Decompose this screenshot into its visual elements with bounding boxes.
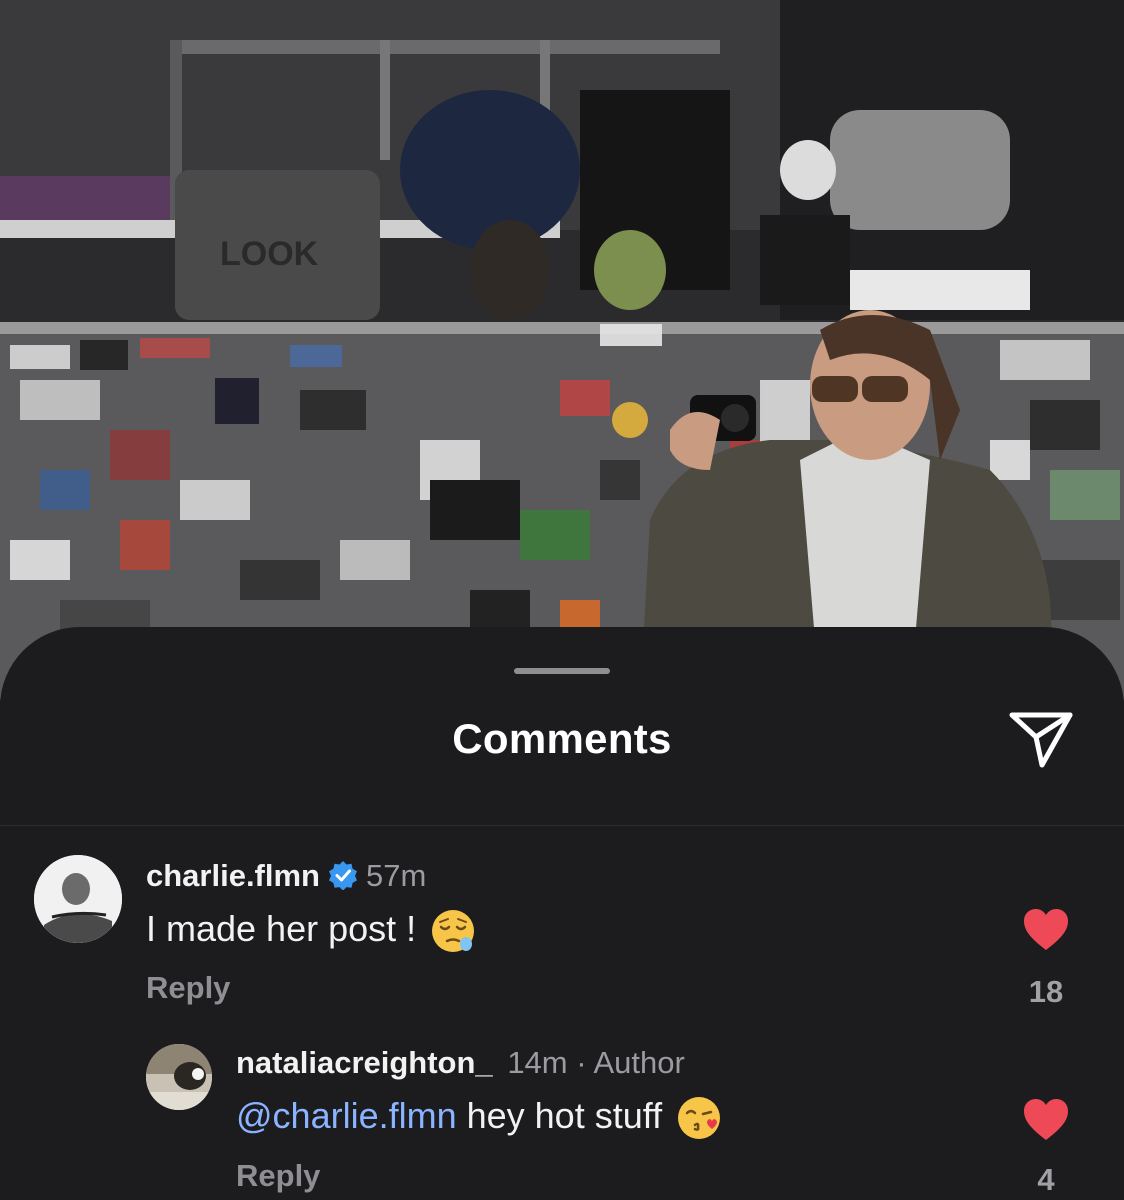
comment-timestamp: 57m (366, 858, 427, 893)
author-badge: Author (593, 1045, 685, 1080)
svg-text:LOOK: LOOK (220, 235, 319, 273)
sleepy-face-emoji-icon (432, 910, 475, 953)
like-count: 18 (1028, 974, 1064, 1009)
avatar[interactable] (146, 1044, 212, 1110)
comment-body: hey hot stuff (456, 1095, 663, 1136)
avatar[interactable] (34, 855, 122, 943)
comment-header: nataliacreighton_ 14m · Author (236, 1045, 685, 1081)
heart-icon (1024, 1099, 1068, 1140)
comment-text: @charlie.flmn hey hot stuff (236, 1095, 722, 1141)
reply-button[interactable]: Reply (236, 1158, 320, 1194)
comment-header: charlie.flmn 57m (146, 858, 426, 894)
mention-link[interactable]: @charlie.flmn (236, 1095, 457, 1136)
face-blowing-kiss-emoji-icon (678, 1097, 721, 1140)
comment-username[interactable]: charlie.flmn (146, 858, 320, 893)
like-button[interactable] (1022, 908, 1070, 957)
heart-icon (1024, 909, 1068, 950)
like-button[interactable] (1022, 1098, 1070, 1147)
paper-plane-icon (1009, 712, 1073, 768)
comment-body: I made her post ! (146, 908, 417, 949)
sheet-grabber[interactable] (514, 668, 610, 674)
like-count: 4 (1037, 1162, 1055, 1197)
post-photo: LOOK (0, 0, 1124, 700)
header-divider (0, 825, 1124, 826)
reply-button[interactable]: Reply (146, 970, 230, 1006)
comment-timestamp: 14m (507, 1045, 568, 1080)
separator-dot: · (576, 1045, 587, 1080)
profile-photo (34, 855, 122, 943)
profile-photo (146, 1044, 212, 1110)
comment-text: I made her post ! (146, 908, 476, 954)
share-button[interactable] (1008, 707, 1074, 769)
sheet-title: Comments (452, 715, 672, 762)
verified-badge-icon (329, 861, 357, 890)
comment-username[interactable]: nataliacreighton_ (236, 1045, 493, 1080)
